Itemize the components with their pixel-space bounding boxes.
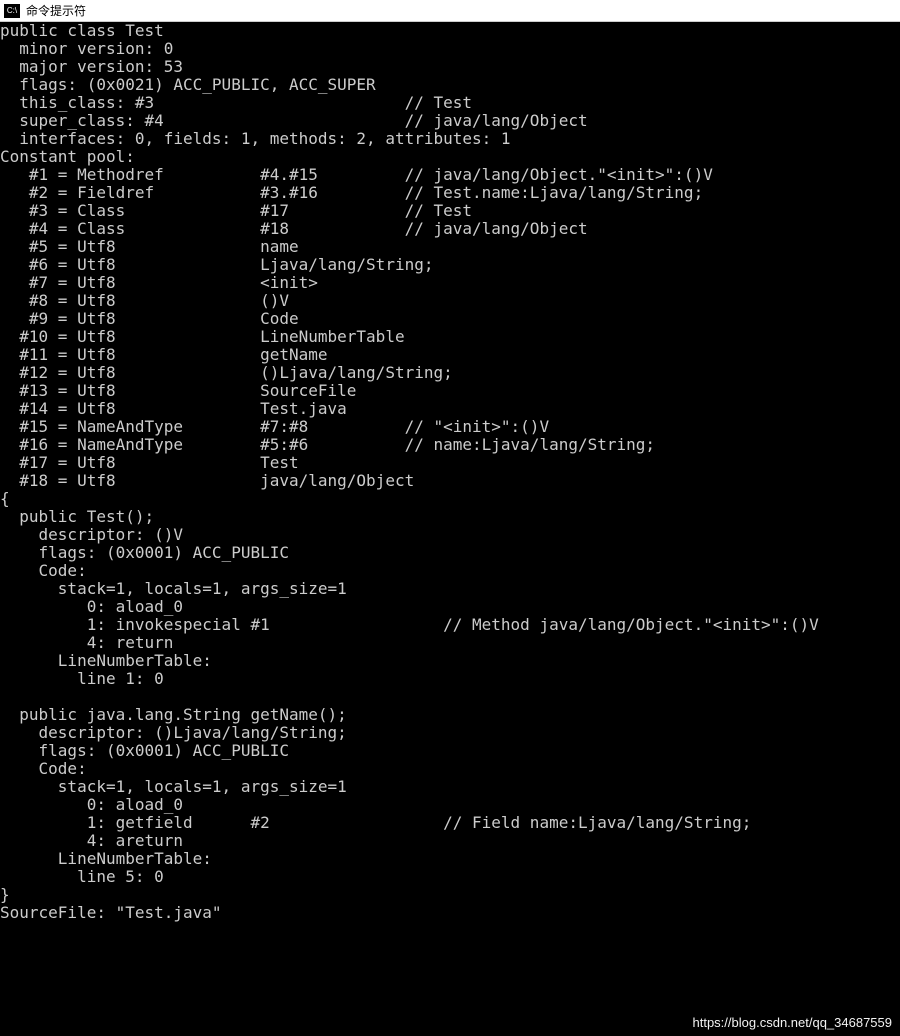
window-titlebar: C:\ 命令提示符: [0, 0, 900, 22]
terminal-output[interactable]: public class Test minor version: 0 major…: [0, 22, 900, 922]
window-title: 命令提示符: [26, 2, 86, 19]
cmd-icon: C:\: [4, 4, 20, 18]
watermark-text: https://blog.csdn.net/qq_34687559: [693, 1015, 893, 1030]
